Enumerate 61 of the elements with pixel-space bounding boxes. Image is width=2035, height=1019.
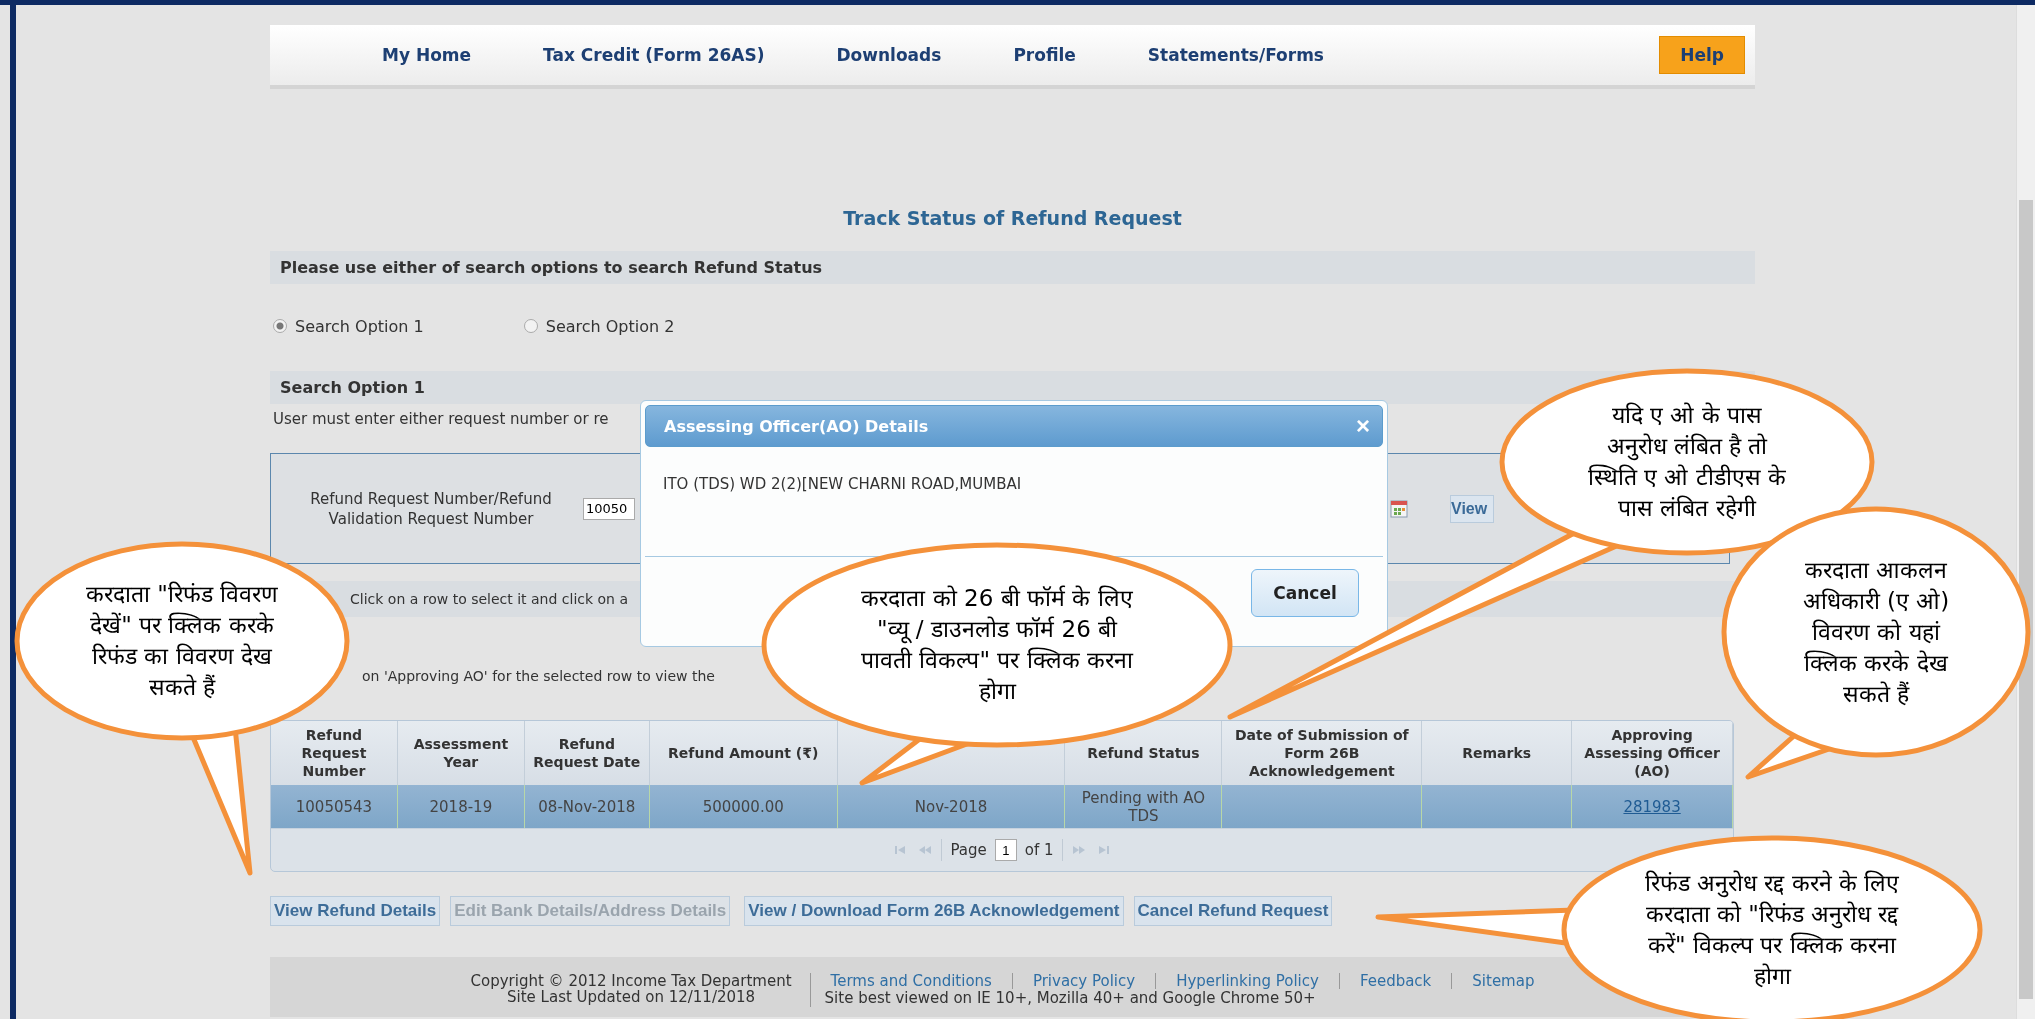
last-updated-text: Site Last Updated on 12/11/2018	[507, 989, 756, 1005]
column-header: Remarks	[1462, 744, 1532, 762]
ao-link[interactable]: 281983	[1623, 797, 1681, 816]
radio-option[interactable]: Search Option 1	[273, 316, 424, 336]
section-heading: Please use either of search options to search Refund Status	[280, 258, 823, 277]
browser-note: Site best viewed on IE 10+, Mozilla 40+ and Google Chrome 50+	[809, 989, 1555, 1007]
footer-link[interactable]: Sitemap	[1451, 973, 1555, 989]
nav-link[interactable]: Profile	[1013, 45, 1076, 65]
table-cell: 10050543	[295, 797, 373, 816]
table-cell: 2018-19	[429, 797, 493, 816]
instruction-text: User must enter either request number or re	[273, 409, 609, 430]
pager-label: Page	[950, 841, 987, 859]
view-button[interactable]: View	[1450, 494, 1494, 523]
column-header: Refund Amount (₹)	[668, 744, 819, 762]
footer-link[interactable]: Terms and Conditions	[809, 973, 1012, 989]
radio-button[interactable]	[273, 319, 287, 333]
dialog-title: Assessing Officer(AO) Details	[664, 416, 929, 436]
column-header: Approving Assessing Officer (AO)	[1583, 726, 1721, 780]
copyright-text: Copyright © 2012 Income Tax Department	[470, 973, 792, 989]
table-row[interactable]: 10050543 2018-19 08-Nov-2018 500000.00 Nov-2018 Pending with AO TDS 281983	[271, 785, 1733, 828]
instruction-text: Click on a row to select it and click on a	[350, 591, 628, 607]
callout-text: करदाता आकलन अधिकारी (ए ओ) विवरण को यहां क्लिक करके देख सकते हैं	[1801, 555, 1951, 709]
column-header: Assessment Year	[412, 735, 510, 771]
scrollbar[interactable]	[2016, 5, 2035, 1019]
page-number-field[interactable]: 1	[994, 839, 1017, 861]
page-count: of 1	[1024, 841, 1054, 859]
previous-page-icon[interactable]	[917, 844, 934, 856]
action-button[interactable]: View Refund Details	[270, 896, 441, 926]
table-cell: 08-Nov-2018	[538, 797, 636, 816]
footer-link[interactable]: Feedback	[1338, 973, 1452, 989]
callout-text: करदाता को 26 बी फॉर्म के लिए "व्यू / डाउनलोड फॉर्म 26 बी पावती विकल्प" पर क्लिक करना होगा	[860, 584, 1135, 706]
table-cell: 500000.00	[702, 797, 784, 816]
column-header: Refund Request Number	[300, 726, 368, 780]
nav-link[interactable]: Tax Credit (Form 26AS)	[543, 45, 765, 65]
instruction-text: on 'Approving AO' for the selected row to view the	[362, 668, 715, 684]
input-field[interactable]: 10050	[583, 497, 635, 520]
column-header: Refund Request Date	[532, 735, 642, 771]
help-button[interactable]: Help	[1659, 36, 1745, 74]
table-cell-text: Pending with AO TDS	[1080, 788, 1206, 825]
callout-text: करदाता "रिफंड विवरण देखें" पर क्लिक करके रिफंड का विवरण देख सकते हैं	[84, 580, 280, 702]
nav-link[interactable]: Statements/Forms	[1147, 45, 1324, 65]
action-button[interactable]: View / Download Form 26B Acknowledgement	[744, 896, 1124, 926]
column-header: Date of Submission of Form 26B Acknowledgement	[1233, 726, 1410, 780]
table-cell: Nov-2018	[914, 797, 988, 816]
nav-link[interactable]: My Home	[382, 45, 472, 65]
calendar-icon[interactable]	[1390, 499, 1408, 518]
section-heading: Search Option 1	[280, 378, 425, 397]
radio-option[interactable]: Search Option 2	[523, 316, 675, 336]
radio-button[interactable]	[523, 319, 538, 333]
nav-link[interactable]: Downloads	[836, 45, 942, 65]
cancel-button[interactable]: Cancel	[1251, 569, 1359, 617]
page-title: Track Status of Refund Request	[842, 206, 1183, 231]
callout-text: रिफंड अनुरोध रद्द करने के लिए करदाता को "रिफंड अनुरोध रद्द करें" विकल्प पर क्लिक करना होगा	[1643, 869, 1901, 991]
column-header: Refund Status	[1087, 744, 1200, 762]
close-button[interactable]: ×	[1356, 414, 1370, 438]
footer-link[interactable]: Hyperlinking Policy	[1155, 973, 1339, 989]
footer-link[interactable]: Privacy Policy	[1011, 973, 1156, 989]
action-button[interactable]: Cancel Refund Request	[1133, 896, 1333, 926]
field-label: Refund Request Number/Refund Validation Request Number	[309, 488, 553, 529]
next-page-icon[interactable]	[1070, 844, 1087, 856]
callout-text: यदि ए ओ के पास अनुरोध लंबित है तो स्थिति ए ओ टीडीएस के पास लंबित रहेगी	[1586, 401, 1788, 523]
